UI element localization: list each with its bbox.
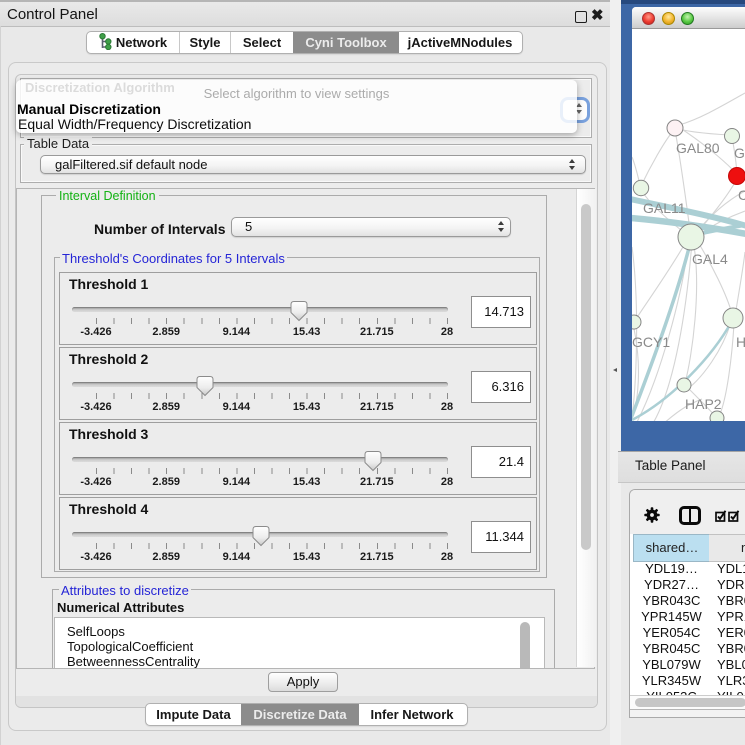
svg-text:H: H: [736, 334, 745, 350]
svg-text:GAL11: GAL11: [643, 200, 686, 216]
svg-text:GAL80: GAL80: [676, 140, 720, 156]
svg-text:C: C: [738, 187, 745, 203]
svg-text:GAL4: GAL4: [692, 251, 728, 267]
svg-text:GCY1: GCY1: [632, 334, 670, 350]
svg-text:GA: GA: [734, 145, 745, 161]
svg-text:HAP2: HAP2: [685, 396, 722, 412]
